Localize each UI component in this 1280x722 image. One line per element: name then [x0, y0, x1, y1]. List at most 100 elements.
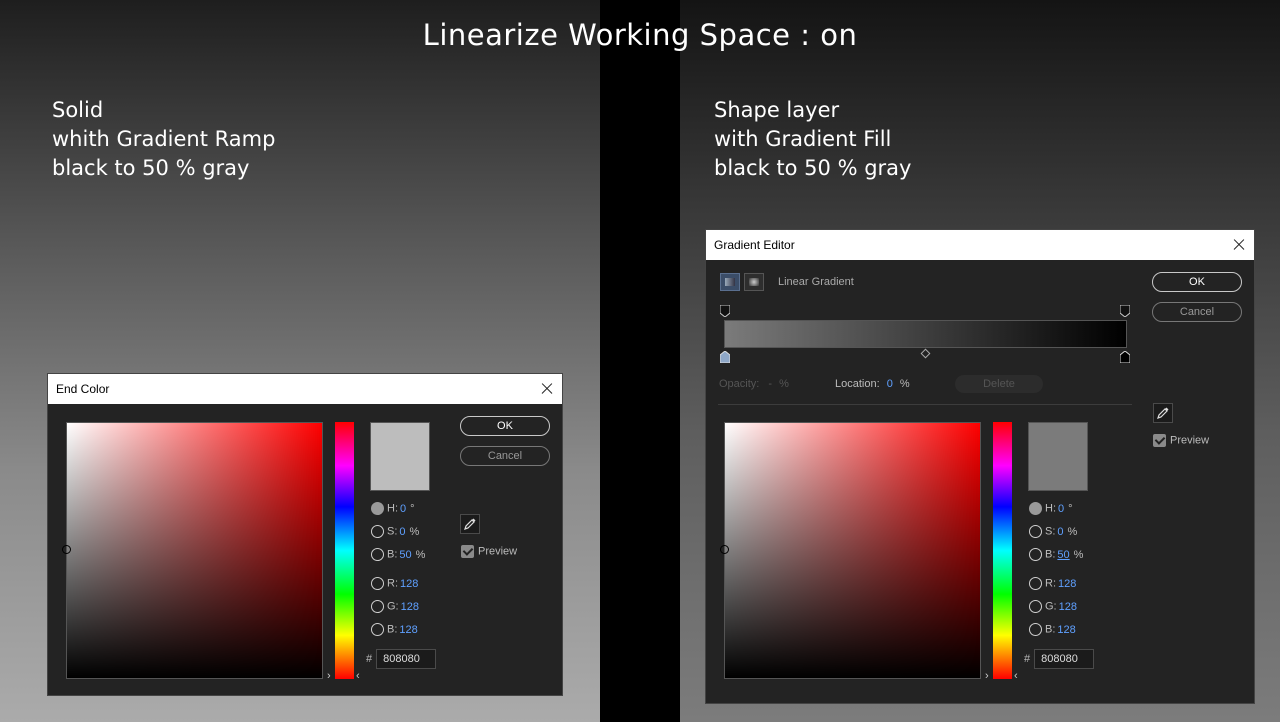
- gradient-type-label: Linear Gradient: [778, 276, 854, 288]
- saturation-unit: %: [1067, 525, 1078, 538]
- opacity-stop-start[interactable]: [720, 305, 730, 317]
- preview-label: Preview: [1170, 434, 1210, 447]
- green-radio[interactable]: [1029, 600, 1042, 613]
- hue-slider[interactable]: [335, 422, 354, 679]
- gradient-preview-bar[interactable]: [724, 320, 1127, 348]
- preview-label: Preview: [478, 545, 518, 558]
- blue-radio[interactable]: [371, 623, 384, 636]
- brightness-value[interactable]: 50: [399, 549, 411, 561]
- blue-radio-row[interactable]: B: 128: [371, 623, 418, 639]
- brightness-radio[interactable]: [371, 548, 384, 561]
- brightness-radio-row[interactable]: B: 50%: [371, 548, 425, 564]
- red-radio[interactable]: [1029, 577, 1042, 590]
- hue-value[interactable]: 0: [400, 503, 406, 515]
- red-radio-row[interactable]: R: 128: [1029, 577, 1076, 593]
- opacity-row: Opacity: - %: [719, 378, 789, 390]
- preview-checkbox[interactable]: [461, 545, 474, 558]
- right-caption-line-2: with Gradient Fill: [714, 127, 892, 151]
- color-field-marker[interactable]: [62, 545, 71, 554]
- dialog-title: Gradient Editor: [714, 238, 795, 252]
- hue-radio[interactable]: [1029, 502, 1042, 515]
- ok-button[interactable]: OK: [460, 416, 550, 436]
- cancel-button[interactable]: Cancel: [1152, 302, 1242, 322]
- brightness-radio-row[interactable]: B: 50%: [1029, 548, 1083, 564]
- hex-row: #808080: [366, 649, 437, 669]
- red-value[interactable]: 128: [400, 578, 418, 590]
- hue-radio-row[interactable]: H: 0 °: [371, 502, 415, 518]
- hex-input[interactable]: 808080: [1034, 649, 1095, 669]
- red-radio-row[interactable]: R: 128: [371, 577, 418, 593]
- dialog-titlebar: End Color: [48, 374, 562, 404]
- ok-button[interactable]: OK: [1152, 272, 1242, 292]
- hue-slider-right-arrow-icon[interactable]: ‹: [1014, 670, 1018, 682]
- green-radio-row[interactable]: G: 128: [371, 600, 419, 616]
- red-label: R:: [387, 577, 398, 590]
- brightness-unit: %: [1073, 548, 1084, 561]
- linear-gradient-icon: [725, 278, 735, 286]
- blue-value[interactable]: 128: [1057, 624, 1075, 636]
- saturation-radio[interactable]: [371, 525, 384, 538]
- hue-slider-left-arrow-icon[interactable]: ›: [327, 670, 331, 682]
- green-radio[interactable]: [371, 600, 384, 613]
- hue-radio-row[interactable]: H: 0 °: [1029, 502, 1073, 518]
- page-title: Linearize Working Space : on: [422, 18, 858, 52]
- saturation-brightness-field[interactable]: [720, 422, 981, 679]
- green-value[interactable]: 128: [1059, 601, 1077, 613]
- opacity-label: Opacity:: [719, 378, 760, 390]
- close-icon[interactable]: [540, 374, 554, 404]
- location-unit: %: [899, 378, 910, 390]
- saturation-brightness-field[interactable]: [62, 422, 323, 679]
- saturation-value[interactable]: 0: [399, 526, 405, 538]
- location-row: Location: 0 %: [835, 378, 910, 390]
- blue-label: B:: [387, 623, 398, 636]
- hue-slider-right-arrow-icon[interactable]: ‹: [356, 670, 360, 682]
- preview-checkbox-row[interactable]: Preview: [461, 545, 517, 558]
- green-value[interactable]: 128: [401, 601, 419, 613]
- close-icon[interactable]: [1232, 230, 1246, 260]
- location-value[interactable]: 0: [887, 378, 893, 390]
- delete-button[interactable]: Delete: [955, 375, 1043, 393]
- hex-input[interactable]: 808080: [376, 649, 437, 669]
- gradient-editor-dialog: Gradient Editor Linear Gradient Opacity:…: [705, 229, 1255, 704]
- hue-slider-left-arrow-icon[interactable]: ›: [985, 670, 989, 682]
- preview-checkbox[interactable]: [1153, 434, 1166, 447]
- blue-label: B:: [1045, 623, 1056, 636]
- eyedropper-icon[interactable]: [460, 514, 480, 534]
- green-radio-row[interactable]: G: 128: [1029, 600, 1077, 616]
- color-field-marker[interactable]: [720, 545, 729, 554]
- left-caption-line-1: Solid: [52, 98, 104, 122]
- right-caption-line-3: black to 50 % gray: [714, 156, 912, 180]
- opacity-stop-end[interactable]: [1120, 305, 1130, 317]
- hex-row: #808080: [1024, 649, 1095, 669]
- blue-value[interactable]: 128: [399, 624, 417, 636]
- eyedropper-icon[interactable]: [1153, 403, 1173, 423]
- color-stop-end[interactable]: [1120, 351, 1130, 363]
- red-radio[interactable]: [371, 577, 384, 590]
- opacity-value: -: [768, 378, 773, 390]
- saturation-radio-row[interactable]: S: 0%: [371, 525, 419, 541]
- preview-checkbox-row[interactable]: Preview: [1153, 434, 1209, 447]
- opacity-unit: %: [779, 378, 789, 390]
- gradient-midpoint-marker[interactable]: [920, 348, 931, 359]
- saturation-radio-row[interactable]: S: 0%: [1029, 525, 1077, 541]
- saturation-value[interactable]: 0: [1057, 526, 1063, 538]
- radial-gradient-type-button[interactable]: [744, 273, 764, 291]
- end-color-dialog: End Color › ‹ H: 0 ° S: 0% B: 50% R: 128 G: 12…: [47, 373, 563, 696]
- blue-radio[interactable]: [1029, 623, 1042, 636]
- hue-unit: °: [1068, 502, 1073, 515]
- left-caption-line-3: black to 50 % gray: [52, 156, 250, 180]
- hue-value[interactable]: 0: [1058, 503, 1064, 515]
- hue-radio[interactable]: [371, 502, 384, 515]
- brightness-value[interactable]: 50: [1057, 549, 1069, 561]
- saturation-radio[interactable]: [1029, 525, 1042, 538]
- blue-radio-row[interactable]: B: 128: [1029, 623, 1076, 639]
- brightness-radio[interactable]: [1029, 548, 1042, 561]
- hue-slider[interactable]: [993, 422, 1012, 679]
- location-label: Location:: [835, 378, 880, 390]
- linear-gradient-type-button[interactable]: [720, 273, 740, 291]
- cancel-button[interactable]: Cancel: [460, 446, 550, 466]
- red-value[interactable]: 128: [1058, 578, 1076, 590]
- green-label: G:: [387, 600, 399, 613]
- color-stop-start[interactable]: [720, 351, 730, 363]
- right-caption-line-1: Shape layer: [714, 98, 840, 122]
